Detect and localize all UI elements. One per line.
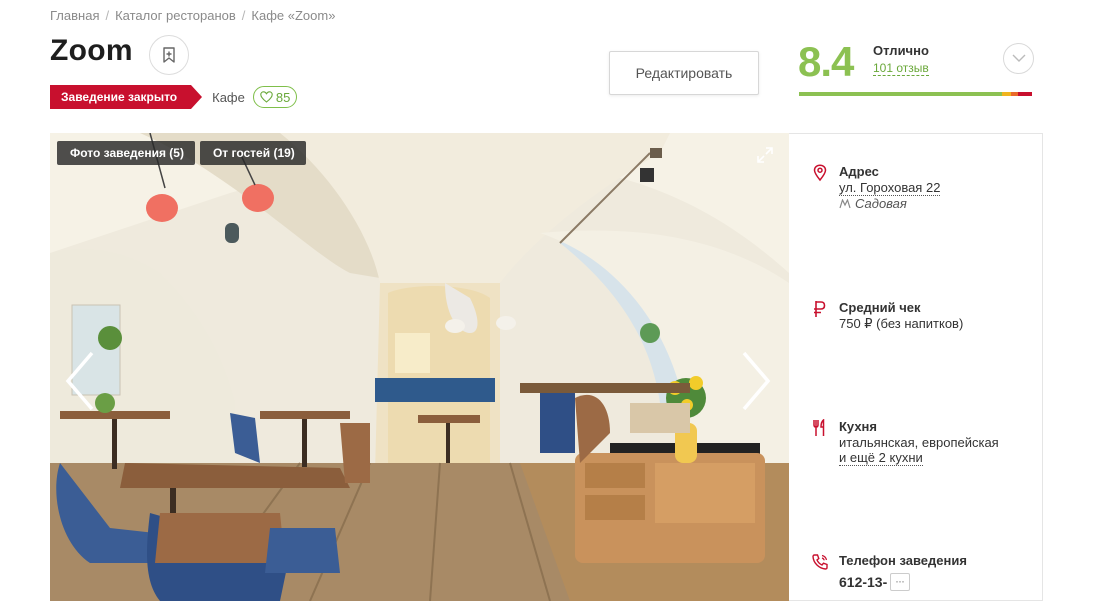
rating-bar-average [1011, 92, 1018, 96]
breadcrumb-home[interactable]: Главная [50, 8, 99, 23]
phone-number: 612-13- ··· [839, 573, 911, 591]
status-badge: Заведение закрыто [50, 85, 203, 109]
heart-icon [260, 91, 273, 103]
address-street[interactable]: ул. Гороховая 22 [839, 180, 941, 196]
cuisine-value: итальянская, европейская [839, 435, 999, 450]
edit-button[interactable]: Редактировать [609, 51, 759, 95]
address-label: Адрес [839, 164, 879, 179]
address-street-text: ул. Гороховая 22 [839, 180, 941, 196]
likes-counter[interactable]: 85 [252, 86, 298, 108]
reviews-link[interactable]: 101 отзыв [873, 61, 929, 76]
rating-bar-good [1001, 92, 1012, 96]
avg-check-value: 750 ₽ (без напитков) [839, 316, 964, 331]
chevron-left-icon[interactable] [64, 351, 96, 411]
rating-distribution-bar [799, 92, 1032, 96]
chevron-down-icon [1012, 54, 1025, 62]
expand-icon[interactable] [756, 146, 774, 164]
photo-tabs: Фото заведения (5) От гостей (19) [57, 141, 306, 165]
location-pin-icon [813, 164, 827, 182]
cuisine-more-text: и ещё 2 кухни [839, 450, 923, 466]
rating-expand-button[interactable] [1003, 43, 1034, 74]
phone-label: Телефон заведения [839, 553, 967, 568]
avg-check-label: Средний чек [839, 300, 921, 315]
bookmark-button[interactable] [149, 35, 189, 75]
chevron-right-icon[interactable] [740, 351, 772, 411]
metro-name: Садовая [855, 196, 907, 211]
rating-bar-bad [1018, 92, 1032, 96]
venue-type-label[interactable]: Кафе [212, 90, 245, 105]
tags-row: Заведение закрыто Кафе 85 [50, 85, 298, 109]
breadcrumb-separator: / [105, 8, 110, 23]
phone-number-text: 612-13- [839, 574, 888, 590]
photo-gallery[interactable]: Фото заведения (5) От гостей (19) [50, 133, 789, 601]
metro-station: Садовая [839, 196, 907, 211]
likes-count: 85 [275, 89, 291, 105]
cuisine-more-link[interactable]: и ещё 2 кухни [839, 450, 923, 466]
bookmark-plus-icon [163, 47, 175, 63]
rating-bar-excellent [799, 92, 1002, 96]
venue-info-panel: Адрес ул. Гороховая 22 Садовая Средний ч… [789, 133, 1043, 601]
rating-score: 8.4 [798, 38, 854, 85]
cuisine-label: Кухня [839, 419, 877, 434]
show-phone-button[interactable]: ··· [890, 573, 911, 591]
breadcrumb-separator: / [241, 8, 246, 23]
breadcrumb-current: Кафе «Zoom» [251, 8, 336, 23]
breadcrumb: Главная / Каталог ресторанов / Кафе «Zoo… [50, 8, 335, 23]
metro-icon [839, 198, 851, 208]
rating-word: Отлично [873, 43, 929, 58]
ruble-icon [814, 301, 826, 317]
phone-icon [812, 554, 828, 570]
breadcrumb-catalog[interactable]: Каталог ресторанов [115, 8, 236, 23]
venue-photo [50, 133, 789, 601]
tab-venue-photos[interactable]: Фото заведения (5) [57, 141, 195, 165]
fork-knife-icon [813, 419, 825, 436]
page-title: Zoom [50, 34, 133, 67]
tab-guest-photos[interactable]: От гостей (19) [199, 141, 306, 165]
